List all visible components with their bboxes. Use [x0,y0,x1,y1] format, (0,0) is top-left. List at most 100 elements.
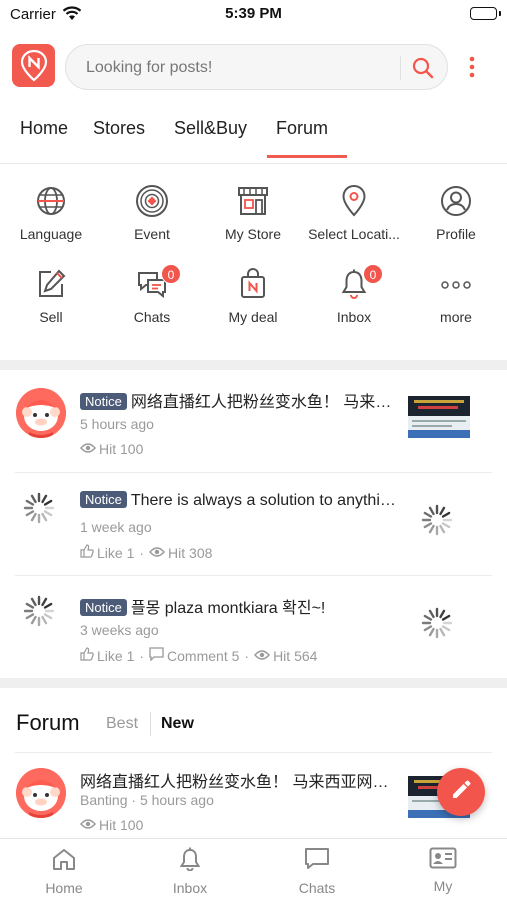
status-bar: Carrier 5:39 PM [0,0,507,30]
battery-icon [470,7,501,20]
loading-spinner-icon [22,594,56,633]
pencil-icon [450,779,472,806]
more-options-icon[interactable] [466,55,478,84]
forum-header: Forum Best New [0,700,507,748]
section-separator [0,360,507,370]
menu-item-event[interactable]: Event [102,184,202,242]
target-icon [135,184,169,223]
search-placeholder[interactable]: Looking for posts! [86,59,212,77]
nav-home[interactable]: Home [14,847,114,896]
search-bar[interactable]: Looking for posts! [65,44,448,90]
nav-my[interactable]: My [393,847,493,894]
menu-item-label: My Store [224,226,281,242]
globe-icon [35,185,67,222]
section-separator [0,678,507,688]
eye-icon [80,817,96,833]
notice-item[interactable]: Notice There is always a solution to anyt… [0,473,507,576]
app-header: Looking for posts! [0,44,507,90]
shopping-bag-icon [238,267,268,305]
nav-inbox[interactable]: Inbox [140,847,240,896]
notice-item[interactable]: Notice 플몽 plaza montkiara 확진~! 3 weeks ag… [0,576,507,679]
notice-item[interactable]: Notice 网络直播红人把粉丝变水鱼！ 马来西亚... 5 hours ago … [0,370,507,473]
store-icon [236,185,270,222]
notice-stats: Like 1 · Hit 308 [80,544,212,561]
loading-spinner-icon [420,503,454,542]
tab-forum[interactable]: Forum [276,118,328,139]
comment-count: Comment 5 [167,647,240,664]
notice-stats: Like 1 · Comment 5 · Hit 564 [80,647,317,664]
avatar [16,388,66,438]
menu-item-my-deal[interactable]: My deal [203,267,303,325]
bell-icon [178,847,202,875]
notice-time: 5 hours ago [80,416,154,432]
profile-icon [440,185,472,222]
menu-item-label: Profile [436,226,476,242]
more-dots-icon [440,277,472,295]
filter-divider [150,712,151,736]
filter-new[interactable]: New [161,715,194,733]
write-post-button[interactable] [437,768,485,816]
nav-label: My [433,878,453,894]
post-title: 网络直播红人把粉丝变水鱼！ 马来西亚网红... [80,774,398,791]
eye-icon [149,545,165,561]
id-card-icon [429,847,457,873]
menu-item-profile[interactable]: Profile [406,185,506,242]
notice-badge: Notice [80,491,127,508]
menu-item-label: more [440,309,472,325]
clock: 5:39 PM [225,5,282,22]
menu-item-chats[interactable]: 0 Chats [102,264,202,325]
comment-icon [149,647,164,664]
menu-item-sell[interactable]: Sell [1,269,101,325]
menu-item-label: Sell [39,309,63,325]
like-count: Like 1 [97,647,135,664]
nav-label: Chats [298,880,336,896]
post-location: Banting [80,792,128,808]
eye-icon [254,648,270,664]
home-icon [51,849,77,875]
nav-chats[interactable]: Chats [267,847,367,896]
tab-stores[interactable]: Stores [93,118,145,139]
hit-count: Hit 564 [273,647,318,664]
menu-item-inbox[interactable]: 0 Inbox [304,264,404,325]
edit-icon [35,268,67,305]
location-pin-icon [341,184,367,223]
menu-item-my-store[interactable]: My Store [203,186,303,242]
forum-title: Forum [16,710,80,735]
tab-sell-buy[interactable]: Sell&Buy [174,118,247,139]
notice-title: Notice 网络直播红人把粉丝变水鱼！ 马来西亚... [80,388,398,412]
notice-stats: Hit 100 [80,441,143,457]
filter-best[interactable]: Best [106,715,138,733]
bottom-nav: Home Inbox Chats My [0,838,507,900]
inbox-badge: 0 [363,264,383,284]
menu-item-label: Event [134,226,170,242]
chat-icon [304,848,330,875]
main-tabs: Home Stores Sell&Buy Forum [0,110,507,158]
active-tab-indicator [267,155,347,158]
quick-menu: Language Event My Store Select Locati...… [0,163,507,360]
menu-item-more[interactable]: more [406,269,506,325]
post-time: 5 hours ago [139,792,214,808]
search-icon[interactable] [411,56,435,85]
notice-time: 3 weeks ago [80,622,159,638]
chats-badge: 0 [161,264,181,284]
notice-title: Notice There is always a solution to anyt… [80,491,398,510]
notice-title: Notice 플몽 plaza montkiara 확진~! [80,594,398,618]
forum-divider [15,752,492,753]
menu-item-select-location[interactable]: Select Locati... [304,184,404,242]
thumbs-up-icon [80,544,94,561]
menu-item-language[interactable]: Language [1,186,101,242]
avatar [16,768,66,818]
app-logo[interactable] [12,44,55,87]
notice-time: 1 week ago [80,519,152,535]
tab-home[interactable]: Home [20,118,68,139]
hit-count: Hit 100 [99,817,144,833]
menu-item-label: Select Locati... [308,226,400,242]
menu-item-label: Language [19,226,83,242]
notice-badge: Notice [80,599,127,616]
eye-icon [80,441,96,457]
menu-item-label: Inbox [336,309,372,325]
nav-label: Inbox [172,880,208,896]
hit-count: Hit 308 [168,544,213,561]
thumbs-up-icon [80,647,94,664]
search-divider [400,56,401,80]
